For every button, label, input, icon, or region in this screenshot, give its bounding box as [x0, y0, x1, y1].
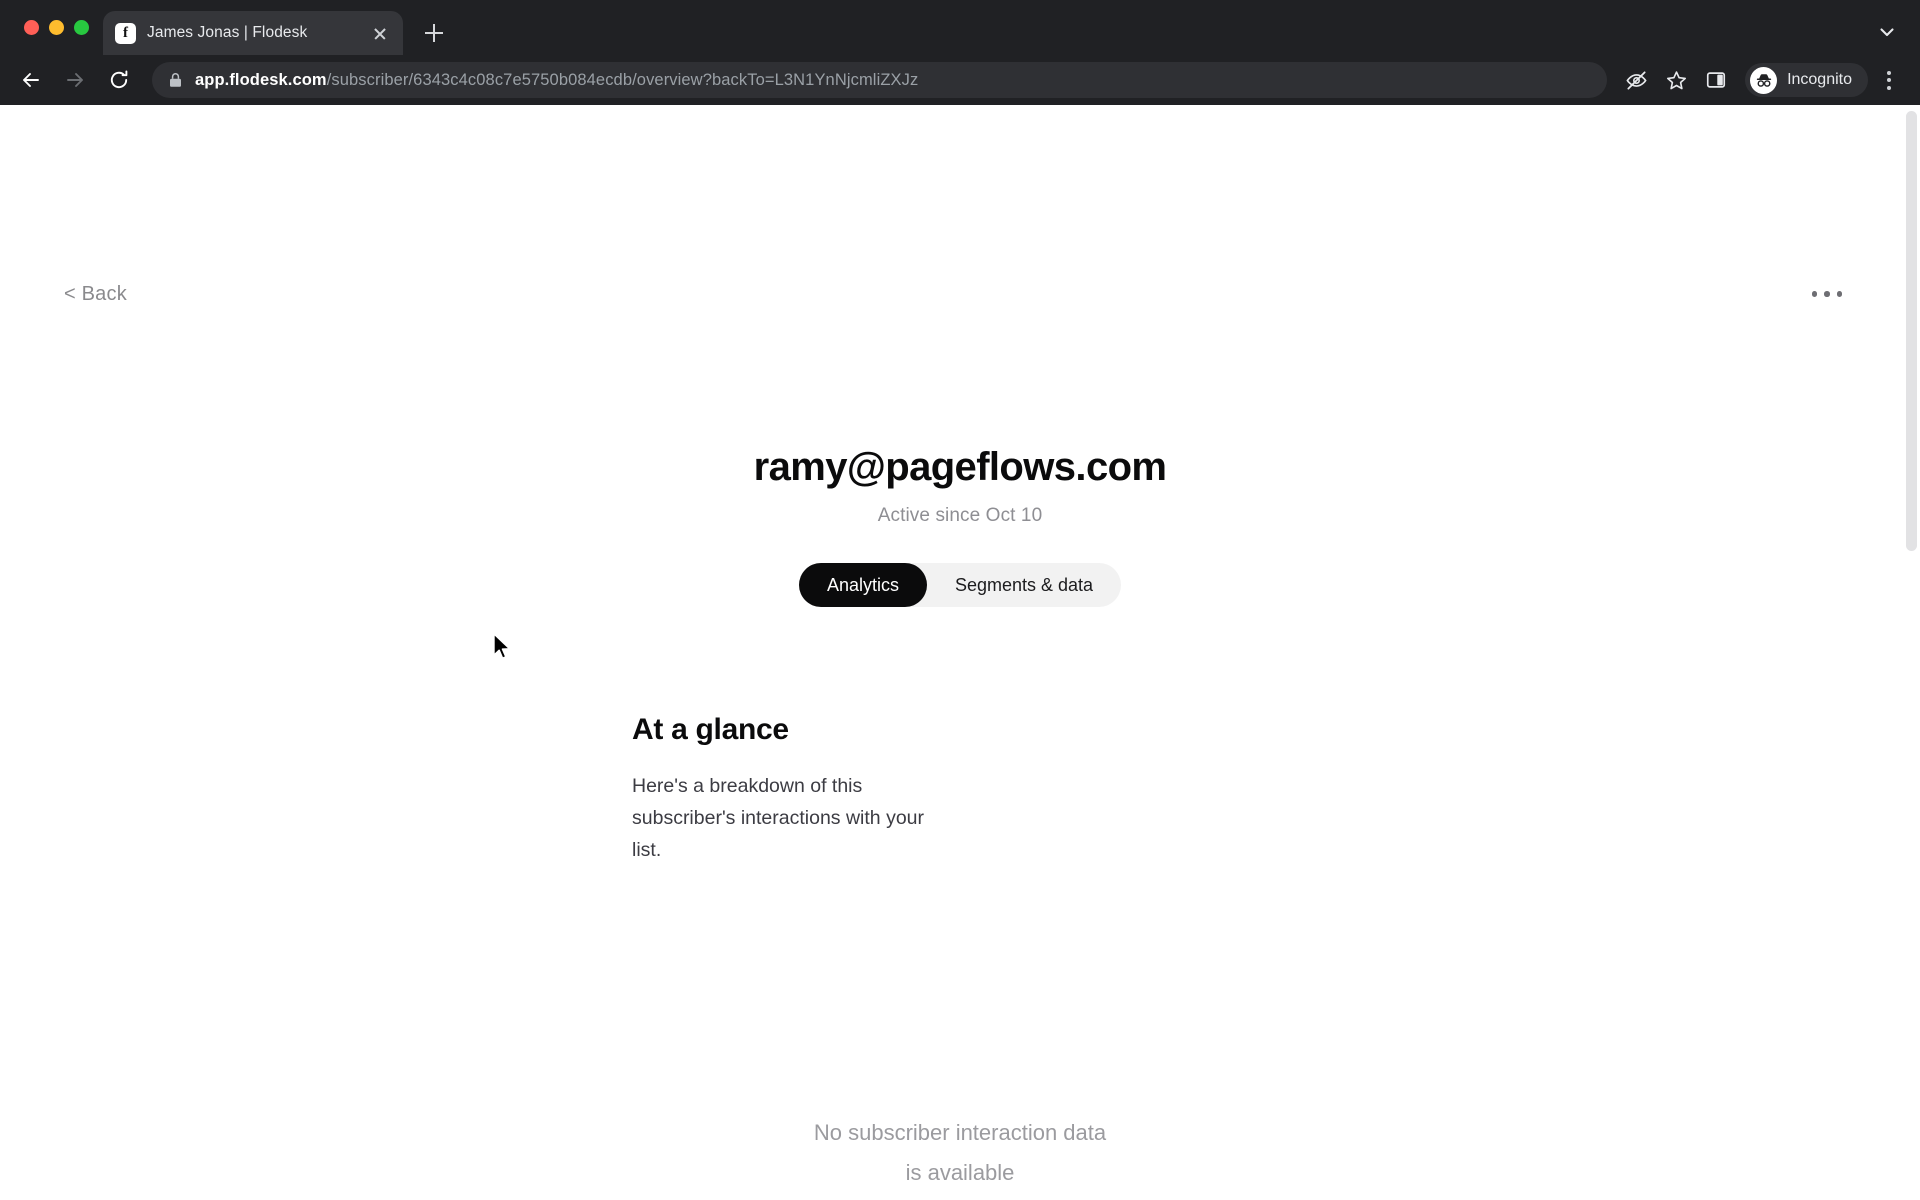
tab-title: James Jonas | Flodesk [147, 24, 308, 41]
maximize-window-button[interactable] [74, 20, 89, 35]
close-icon[interactable] [369, 22, 391, 44]
reload-icon[interactable] [98, 59, 140, 101]
at-a-glance-description: Here's a breakdown of this subscriber's … [632, 775, 925, 861]
profile-chip[interactable]: Incognito [1745, 63, 1868, 97]
address-bar[interactable]: app.flodesk.com/subscriber/6343c4c08c7e5… [152, 62, 1608, 98]
back-arrow-icon[interactable] [10, 59, 52, 101]
page-title: ramy@pageflows.com [753, 445, 1167, 489]
window-traffic-lights [16, 0, 103, 55]
page-scrollbar[interactable] [1903, 105, 1920, 1200]
profile-label: Incognito [1787, 71, 1852, 88]
browser-chrome: f James Jonas | Flodesk app.flodesk.com/… [0, 0, 1920, 105]
browser-toolbar: app.flodesk.com/subscriber/6343c4c08c7e5… [0, 55, 1920, 105]
kebab-menu-icon[interactable] [1872, 61, 1906, 99]
browser-window: f James Jonas | Flodesk app.flodesk.com/… [0, 0, 1920, 1200]
empty-state-message: No subscriber interaction data is availa… [0, 1113, 1920, 1193]
tab-switcher: Analytics Segments & data [0, 563, 1920, 607]
lock-icon[interactable] [168, 72, 183, 88]
url-path: /subscriber/6343c4c08c7e5750b084ecdb/ove… [326, 70, 919, 89]
page-content: < Back ramy@pageflows.com Active since O… [0, 105, 1920, 1200]
incognito-avatar-icon [1750, 66, 1778, 94]
tab-segments-and-data[interactable]: Segments & data [927, 563, 1121, 607]
new-tab-button[interactable] [415, 14, 453, 52]
mouse-cursor [492, 633, 514, 663]
side-panel-icon[interactable] [1697, 61, 1735, 99]
star-icon[interactable] [1657, 61, 1695, 99]
tab-strip: f James Jonas | Flodesk [0, 0, 1920, 55]
minimize-window-button[interactable] [49, 20, 64, 35]
chevron-down-icon[interactable] [1876, 21, 1898, 43]
empty-state-line-2: is available [905, 1160, 1015, 1185]
empty-state-line-1: No subscriber interaction data [813, 1120, 1107, 1145]
scrollbar-thumb[interactable] [1906, 111, 1917, 551]
back-link[interactable]: < Back [64, 283, 127, 306]
tab-analytics[interactable]: Analytics [798, 563, 927, 607]
url-text: app.flodesk.com/subscriber/6343c4c08c7e5… [195, 71, 918, 90]
eye-off-icon[interactable] [1617, 61, 1655, 99]
browser-tab[interactable]: f James Jonas | Flodesk [103, 11, 403, 55]
flodesk-favicon: f [115, 22, 136, 44]
close-window-button[interactable] [24, 20, 39, 35]
active-since-label: Active since Oct 10 [877, 505, 1043, 526]
forward-arrow-icon [54, 59, 96, 101]
more-options-icon[interactable] [1811, 291, 1842, 297]
url-host: app.flodesk.com [195, 70, 327, 89]
at-a-glance-heading: At a glance [632, 713, 789, 746]
